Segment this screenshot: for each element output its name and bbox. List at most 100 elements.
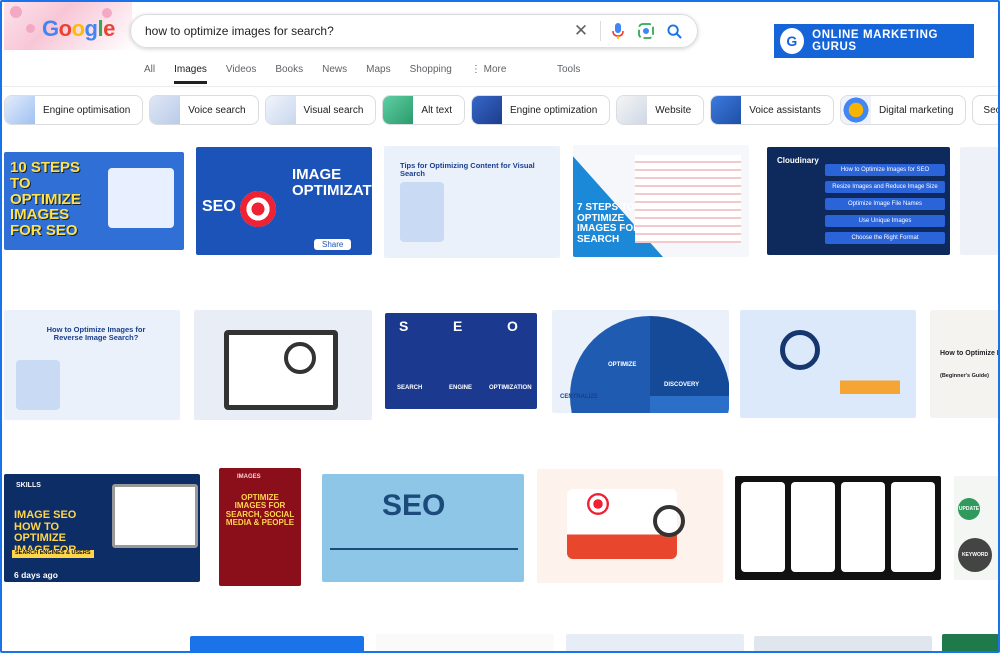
image-result[interactable]	[960, 147, 998, 255]
list-item: Resize Images and Reduce Image Size	[825, 181, 945, 193]
image-title: IMAGE OPTIMIZATI	[292, 166, 372, 199]
image-result[interactable]	[735, 476, 941, 580]
process-line	[330, 548, 518, 550]
chip-label: Engine optimization	[509, 104, 598, 116]
image-result[interactable]: UPDATE KEYWORD	[954, 476, 998, 580]
phone-screen	[841, 482, 885, 572]
chip-thumbnail	[471, 96, 502, 124]
tab-more[interactable]: ⋮ More	[471, 64, 507, 84]
image-title: SEO	[382, 489, 446, 522]
search-tabs: All Images Videos Books News Maps Shoppi…	[144, 64, 525, 84]
chip-alt-text[interactable]: Alt text	[382, 95, 465, 125]
image-title: How to Optimize Images for Reverse Image…	[46, 325, 146, 342]
magnifier-icon	[780, 330, 820, 370]
image-title: Tips for Optimizing Content for Visual S…	[400, 161, 535, 178]
step-label: CENTRALIZE	[560, 394, 598, 400]
phone-screen	[891, 482, 935, 572]
chip-engine-optimization[interactable]: Engine optimization	[470, 95, 611, 125]
tab-news[interactable]: News	[322, 64, 347, 84]
chip-label: Website	[655, 104, 692, 116]
image-result[interactable]	[566, 634, 744, 651]
image-result[interactable]: Tips for Optimizing Content for Visual S…	[384, 146, 560, 258]
target-illustration	[240, 191, 276, 227]
chip-label: Voice search	[188, 104, 246, 116]
brand-name: ONLINE MARKETING GURUS	[812, 29, 939, 53]
tab-maps[interactable]: Maps	[366, 64, 390, 84]
image-result[interactable]	[194, 310, 372, 420]
tab-more-label: More	[483, 64, 507, 75]
lens-icon[interactable]	[633, 18, 659, 44]
image-result[interactable]: 10 STEPS TO OPTIMIZE IMAGES FOR SEO	[4, 152, 184, 250]
magnifier-icon	[284, 342, 316, 374]
image-result[interactable]	[4, 634, 178, 651]
seo-letter: S	[399, 318, 409, 334]
chip-visual-search[interactable]: Visual search	[264, 95, 377, 125]
microphone-icon[interactable]	[605, 18, 631, 44]
image-result[interactable]: SEO	[322, 474, 524, 582]
image-result[interactable]: OPTIMIZE DISCOVERY CENTRALIZE	[552, 310, 729, 413]
list-item: Use Unique Images	[825, 215, 945, 227]
chip-voice-assistants[interactable]: Voice assistants	[710, 95, 834, 125]
image-result[interactable]	[376, 634, 554, 651]
table-illustration	[635, 155, 741, 243]
image-result[interactable]: How to Optimize Images for Reverse Image…	[4, 310, 180, 420]
image-result[interactable]	[754, 636, 932, 651]
logo-text: Google	[42, 16, 115, 41]
tools-button[interactable]: Tools	[557, 64, 580, 75]
image-badge: SKILLS	[16, 482, 41, 489]
image-result[interactable]	[942, 634, 998, 651]
image-title: OPTIMIZE IMAGES FOR SEARCH, SOCIAL MEDIA…	[225, 493, 295, 528]
chip-digital-marketing[interactable]: Digital marketing	[839, 95, 967, 125]
brand-logo-icon: G	[780, 28, 805, 54]
chip-label: Engine optimisation	[43, 104, 131, 116]
column-label: SEARCH	[397, 385, 423, 391]
blossom-decoration	[10, 6, 22, 18]
image-result[interactable]: Cloudinary How to Optimize Images for SE…	[767, 147, 950, 255]
chip-thumbnail	[617, 96, 648, 124]
image-result[interactable]: 7 STEPS TO OPTIMIZE IMAGES FOR SEARCH	[573, 145, 749, 257]
image-age: 6 days ago	[14, 570, 58, 580]
target-illustration	[587, 493, 609, 515]
tab-books[interactable]: Books	[275, 64, 303, 84]
phone-screen	[741, 482, 785, 572]
chip-label: Seo optimizati	[983, 104, 1000, 116]
chip-seo-optimization[interactable]: Seo optimizati	[972, 95, 1000, 125]
google-logo[interactable]: Google	[4, 2, 132, 50]
blossom-decoration	[26, 24, 35, 33]
chip-engine-optimisation[interactable]: Engine optimisation	[4, 95, 144, 125]
tab-shopping[interactable]: Shopping	[410, 64, 452, 84]
image-label: UPDATE	[958, 498, 980, 520]
step-label: OPTIMIZE	[608, 362, 637, 368]
image-result[interactable]: IMAGES OPTIMIZE IMAGES FOR SEARCH, SOCIA…	[219, 468, 301, 586]
image-title: Cloudinary	[777, 156, 819, 165]
more-dots-icon: ⋮	[470, 64, 484, 75]
image-sub: (Beginner's Guide)	[940, 373, 989, 379]
list-item: Optimize Image File Names	[825, 198, 945, 210]
column-label: ENGINE	[449, 385, 473, 391]
image-result[interactable]: S E O SEARCH ENGINE OPTIMIZATION	[385, 313, 537, 409]
image-result[interactable]: How to Optimize Images for Search Engine…	[930, 310, 999, 418]
search-box[interactable]: how to optimize images for search? ✕	[130, 14, 698, 48]
chip-label: Voice assistants	[749, 104, 821, 116]
image-result[interactable]: SEO IMAGE OPTIMIZATI Share	[196, 147, 372, 255]
step-label: DISCOVERY	[664, 382, 700, 388]
chip-website[interactable]: Website	[616, 95, 705, 125]
clear-icon[interactable]: ✕	[568, 18, 594, 44]
search-input[interactable]: how to optimize images for search?	[131, 24, 568, 38]
chip-thumbnail	[150, 96, 181, 124]
tab-images[interactable]: Images	[174, 64, 207, 84]
image-result[interactable]	[190, 636, 364, 651]
image-result[interactable]: SKILLS IMAGE SEO HOW TO OPTIMIZE IMAGE F…	[4, 474, 200, 582]
image-badge: IMAGES	[237, 474, 261, 480]
image-title: How to Optimize Images for Search Engine…	[940, 350, 999, 357]
image-result[interactable]	[537, 469, 723, 583]
image-result[interactable]	[740, 310, 916, 418]
phone-screen	[791, 482, 835, 572]
image-sub: SEARCH ENGINES & USERS	[12, 550, 94, 558]
results-frame: Google how to optimize images for search…	[0, 0, 1000, 653]
tab-all[interactable]: All	[144, 64, 155, 84]
chip-thumbnail	[840, 96, 871, 124]
chip-voice-search[interactable]: Voice search	[149, 95, 259, 125]
tab-videos[interactable]: Videos	[226, 64, 256, 84]
search-icon[interactable]	[661, 18, 687, 44]
